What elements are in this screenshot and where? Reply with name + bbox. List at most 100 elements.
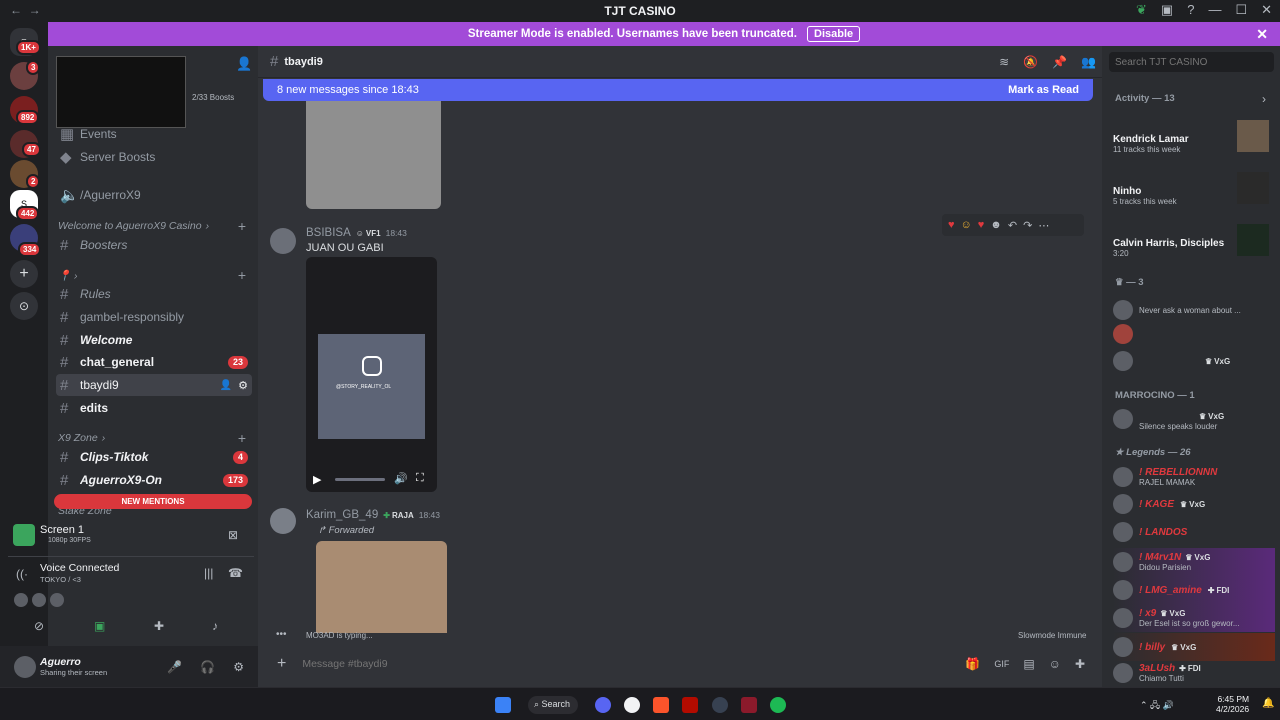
member-row[interactable]: ! LMG_amine ✚ FDI (1113, 576, 1275, 604)
heart-reaction-icon[interactable]: ♥ (948, 219, 955, 231)
sticker-icon[interactable]: ▤ (1023, 657, 1034, 671)
reply-icon[interactable]: ↶ (1008, 219, 1017, 232)
disconnect-icon[interactable]: ☎ (228, 566, 243, 580)
acrobat-icon[interactable] (682, 697, 698, 713)
notification-icon[interactable]: 🔔 (1262, 698, 1274, 709)
windows-start-icon[interactable] (495, 697, 511, 713)
member-row[interactable]: ♛ VxG Silence speaks louder (1113, 405, 1275, 433)
avatar[interactable] (14, 593, 28, 607)
channel-edits[interactable]: # edits (56, 397, 252, 419)
threads-icon[interactable]: ≋ (999, 55, 1009, 69)
message-input[interactable] (302, 658, 966, 670)
maximize-button[interactable]: ☐ (1235, 2, 1247, 18)
soundboard-button-icon[interactable]: ♪ (212, 619, 218, 633)
category-welcome[interactable]: Welcome to AguerroX9 Casino › (58, 220, 209, 232)
invite-icon[interactable]: 👤 (220, 380, 232, 391)
gift-icon[interactable]: 🎁 (965, 657, 980, 671)
avatar[interactable] (14, 655, 36, 678)
channel-rules[interactable]: # Rules (56, 283, 252, 305)
inbox-icon[interactable]: ▣ (1161, 2, 1173, 18)
member-row[interactable]: ! x9 ♛ VxG Der Esel ist so groß gewor... (1113, 604, 1275, 632)
pin-icon[interactable]: 📌 (1052, 55, 1067, 69)
avatar[interactable] (32, 593, 46, 607)
member-row[interactable]: ! KAGE ♛ VxG (1113, 490, 1275, 518)
discord-taskbar-icon[interactable] (595, 697, 611, 713)
search-input[interactable] (1109, 52, 1274, 72)
image-attachment[interactable] (316, 541, 447, 633)
member-row[interactable] (1113, 320, 1275, 348)
channel-server-boosts[interactable]: ◆ Server Boosts (56, 146, 252, 168)
steam-icon[interactable] (712, 697, 728, 713)
channel-tbaydi9[interactable]: # tbaydi9 👤 ⚙ (56, 374, 252, 396)
member-row[interactable]: ! M4rv1N ♛ VxG Didou Parisien (1113, 548, 1275, 576)
add-channel-icon[interactable]: + (238, 218, 246, 234)
laugh-reaction-icon[interactable]: ☺ (961, 219, 972, 231)
discover-icon[interactable]: ⊙ (10, 292, 38, 320)
members-icon[interactable]: 👥 (1081, 55, 1096, 69)
play-icon[interactable]: ▶ (313, 473, 321, 486)
member-row[interactable]: ! REBELLIONNN RAJEL MAMAK (1113, 463, 1275, 491)
apps-icon[interactable]: ✚ (1075, 657, 1085, 671)
avatar[interactable] (270, 508, 296, 534)
mic-icon[interactable]: 🎤 (167, 660, 182, 674)
channel-chat-general[interactable]: # chat_general 23 (56, 351, 252, 373)
clock[interactable]: 6:45 PM 4/2/2026 (1216, 694, 1249, 714)
stop-stream-icon[interactable]: ⊠ (228, 528, 238, 542)
channel-aguerrox9-on[interactable]: # AguerroX9-On 173 (56, 469, 252, 491)
category-pin[interactable]: 📍 › (58, 269, 78, 282)
fullscreen-icon[interactable]: ⛶ (416, 472, 424, 485)
message-author[interactable]: Karim_GB_49 (306, 509, 378, 521)
boost-count[interactable]: 2/33 Boosts (192, 93, 234, 102)
add-server-icon[interactable]: + (10, 260, 38, 288)
channel-aguerro[interactable]: 🔈/AguerroX9 (56, 184, 252, 206)
help-icon[interactable]: ? (1187, 2, 1194, 18)
spotify-icon[interactable] (770, 697, 786, 713)
channel-gambel-responsibly[interactable]: # gambel-responsibly (56, 306, 252, 328)
camera-off-icon[interactable]: ⊘ (34, 619, 44, 633)
new-messages-bar[interactable]: 8 new messages since 18:43 Mark as Read (263, 79, 1093, 101)
category-x9-zone[interactable]: X9 Zone › (58, 432, 105, 444)
brave-icon[interactable] (653, 697, 669, 713)
volume-slider[interactable] (335, 478, 385, 481)
minimize-button[interactable]: — (1208, 2, 1221, 18)
new-mentions-pill[interactable]: NEW MENTIONS (54, 494, 252, 509)
taskbar-search[interactable]: ⌕ Search (528, 696, 578, 714)
message-author[interactable]: BSIBISA (306, 227, 351, 239)
add-channel-icon[interactable]: + (238, 430, 246, 446)
add-reaction-icon[interactable]: ☻ (990, 219, 1002, 231)
member-row[interactable]: ♛ VxG (1113, 347, 1275, 375)
mute-icon[interactable]: 🔕 (1023, 55, 1038, 69)
channel-welcome[interactable]: # Welcome (56, 329, 252, 351)
gear-icon[interactable]: ⚙ (238, 379, 248, 392)
chevron-right-icon[interactable]: › (1262, 92, 1266, 106)
more-icon[interactable]: ⋯ (1038, 219, 1049, 232)
attach-plus-icon[interactable]: + (277, 655, 286, 673)
gif-icon[interactable]: GIF (994, 659, 1009, 669)
share-screen-icon[interactable]: ▣ (94, 619, 105, 633)
disable-button[interactable]: Disable (807, 26, 861, 42)
volume-icon[interactable]: 🔊 (394, 472, 408, 485)
emoji-icon[interactable]: ☺ (1049, 657, 1061, 671)
close-icon[interactable]: ✕ (1256, 26, 1268, 43)
image-attachment[interactable] (306, 101, 441, 209)
channel-clips-tiktok[interactable]: # Clips-Tiktok 4 (56, 446, 252, 468)
headphones-icon[interactable]: 🎧 (200, 660, 215, 674)
broken-heart-icon[interactable]: ♥ (978, 219, 985, 231)
avatar[interactable] (50, 593, 64, 607)
github-icon[interactable] (624, 697, 640, 713)
member-row[interactable]: ! billy ♛ VxG (1113, 633, 1275, 661)
gear-icon[interactable]: ⚙ (233, 660, 244, 674)
mark-as-read-button[interactable]: Mark as Read (1008, 84, 1079, 96)
tray-icons[interactable]: ⌃ 🖧 🔊 (1140, 698, 1174, 714)
channel-boosters[interactable]: # Boosters (56, 234, 252, 256)
voice-channel[interactable]: TOKYO / <3 (40, 575, 81, 584)
video-attachment[interactable]: @STORY_REALITY_OL ▶ 🔊 ⛶ (306, 257, 437, 492)
avatar[interactable] (270, 228, 296, 254)
add-member-icon[interactable]: 👤 (236, 56, 252, 72)
activities-icon[interactable]: ✚ (154, 619, 164, 633)
app-icon[interactable] (741, 697, 757, 713)
soundboard-icon[interactable]: ||| (204, 566, 213, 580)
screen-share-preview[interactable] (56, 56, 186, 128)
add-channel-icon[interactable]: + (238, 267, 246, 283)
forward-icon[interactable]: ↷ (1023, 219, 1032, 232)
